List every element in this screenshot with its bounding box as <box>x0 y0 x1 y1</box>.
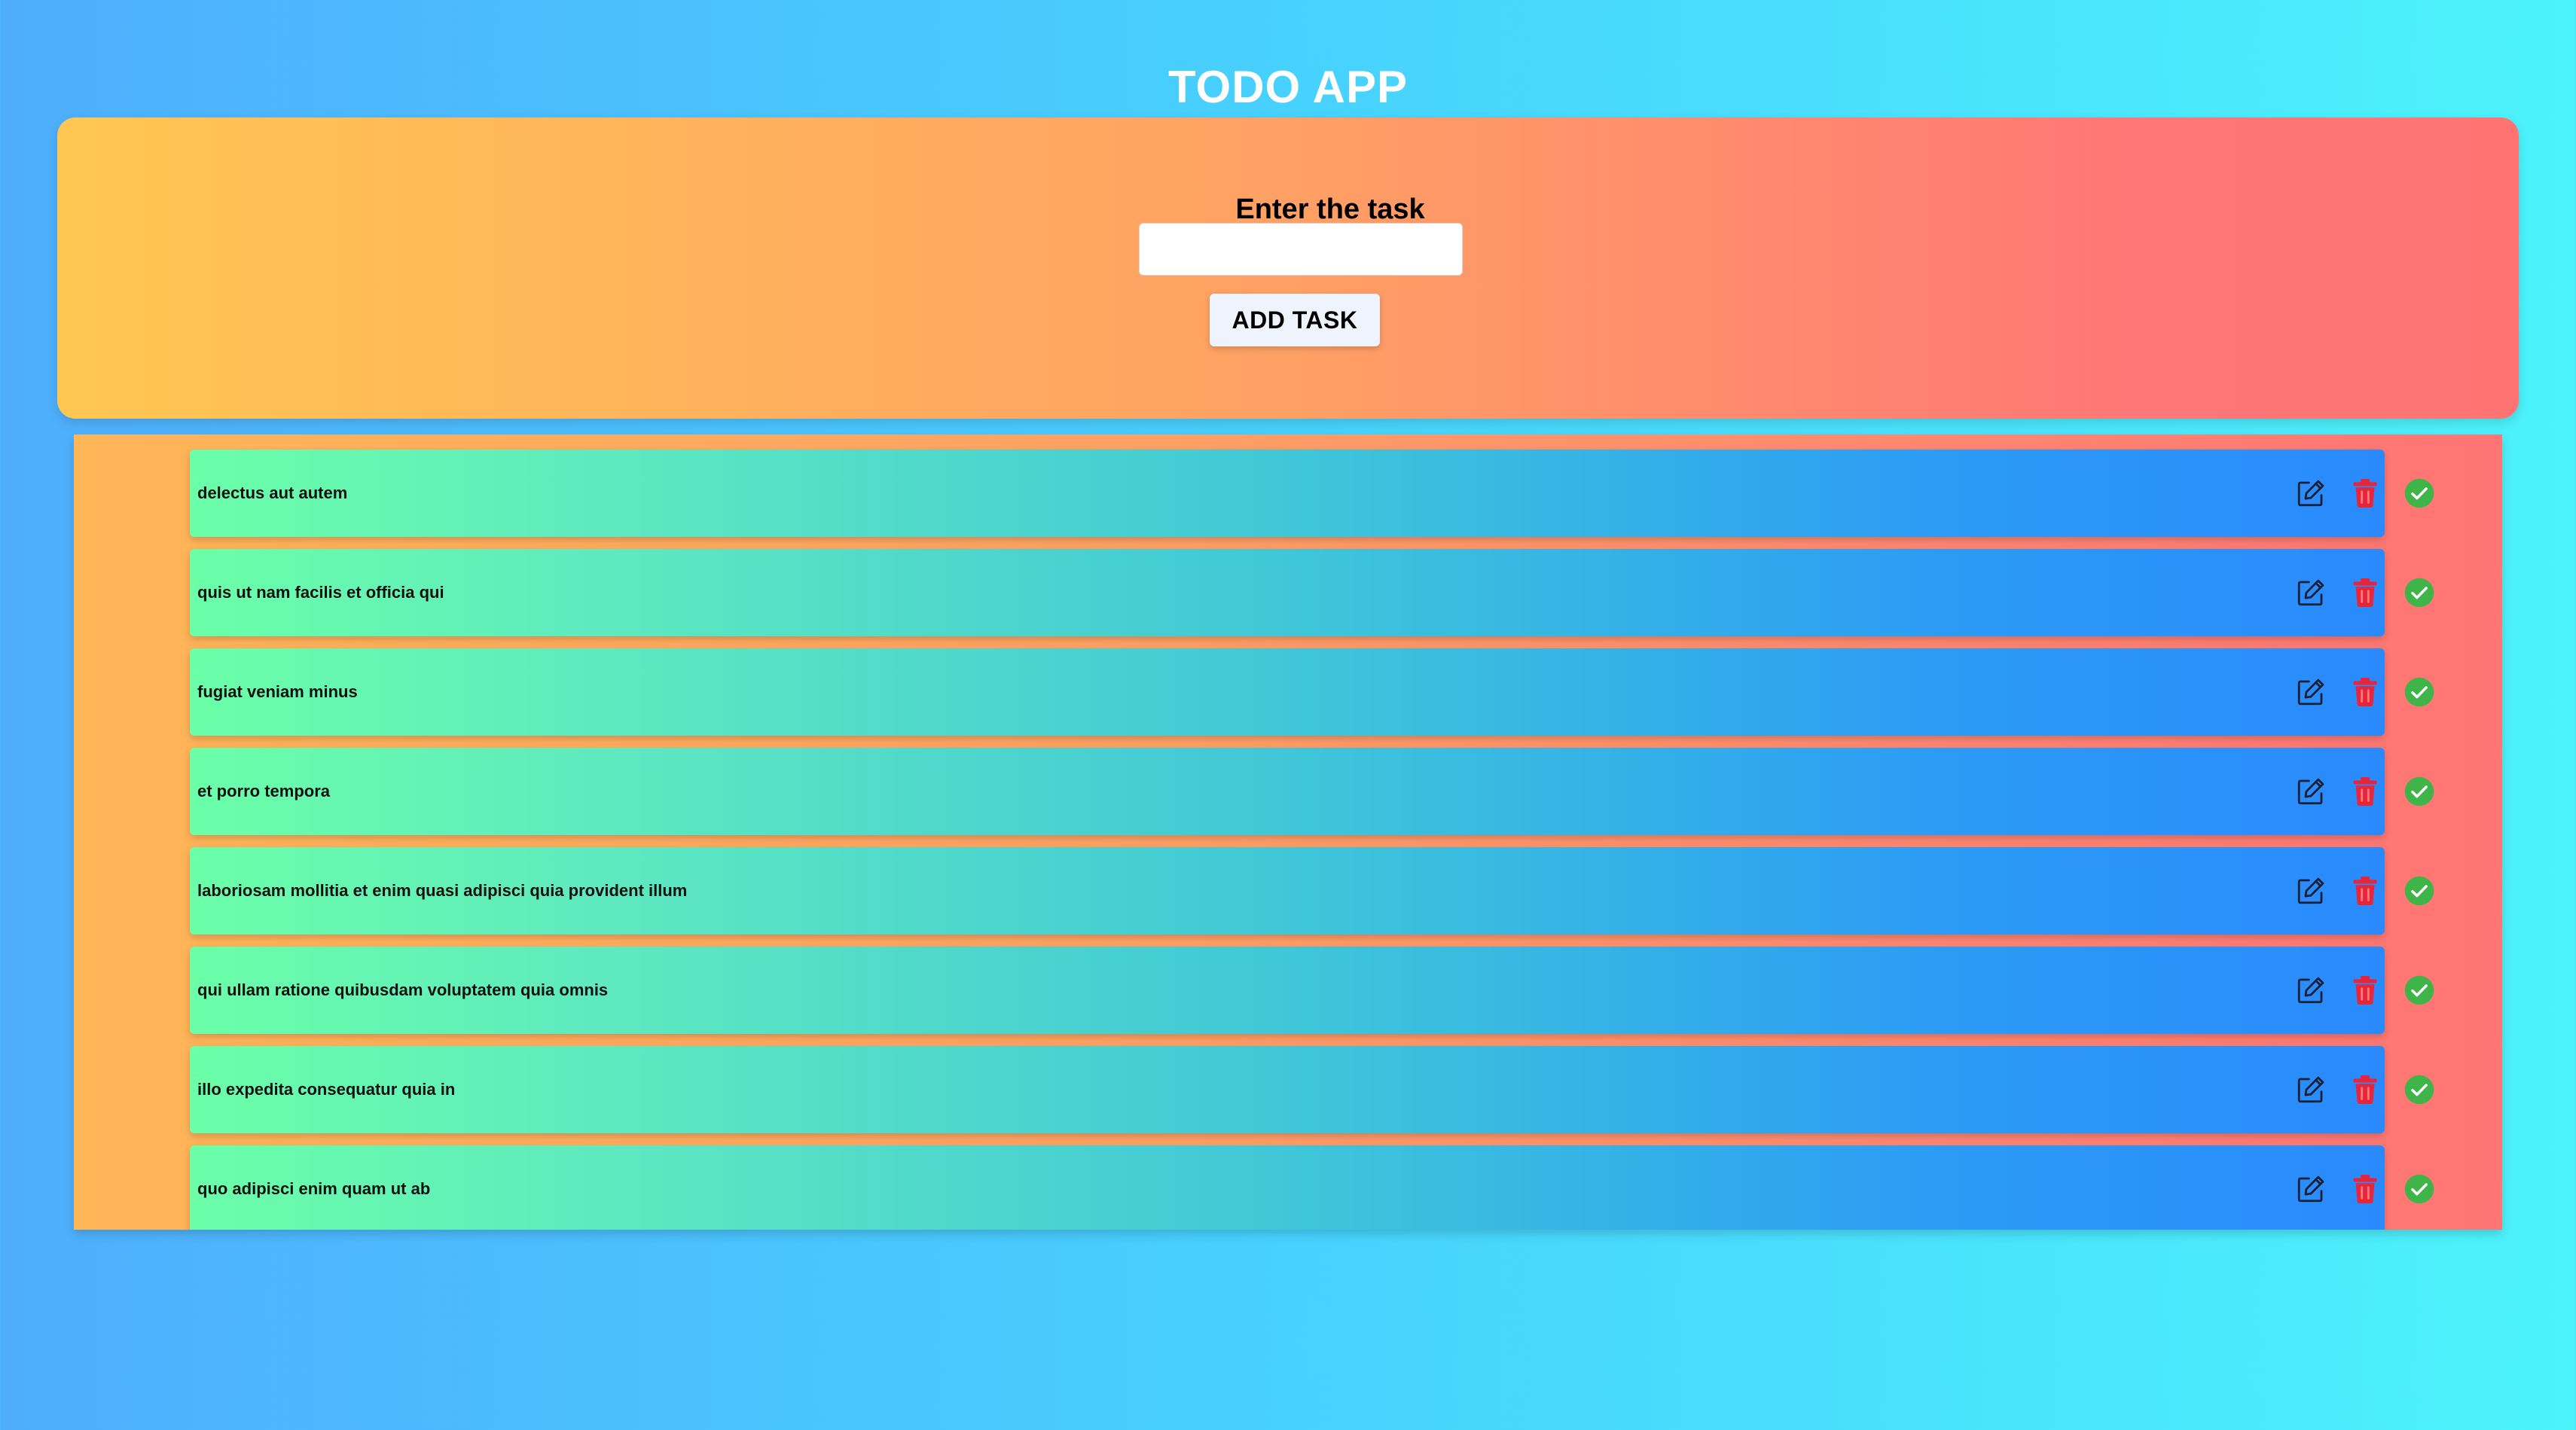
add-task-button[interactable]: ADD TASK <box>1210 294 1380 346</box>
task-item: fugiat veniam minus <box>190 648 2434 736</box>
task-text: qui ullam ratione quibusdam voluptatem q… <box>197 980 609 999</box>
edit-icon[interactable] <box>2294 1172 2327 1206</box>
task-item: quo adipisci enim quam ut ab <box>190 1145 2434 1230</box>
task-item: quis ut nam facilis et officia qui <box>190 549 2434 636</box>
trash-icon[interactable] <box>2349 576 2382 609</box>
trash-icon[interactable] <box>2349 675 2382 709</box>
task-text: fugiat veniam minus <box>197 682 358 701</box>
task-text: et porro tempora <box>197 782 331 800</box>
check-circle-icon[interactable] <box>2403 874 2436 907</box>
add-task-panel: Enter the task ADD TASK <box>57 117 2519 419</box>
edit-icon[interactable] <box>2294 974 2327 1007</box>
trash-icon[interactable] <box>2349 874 2382 907</box>
task-text: quis ut nam facilis et officia qui <box>197 583 444 602</box>
edit-icon[interactable] <box>2294 874 2327 907</box>
task-item: illo expedita consequatur quia in <box>190 1046 2434 1133</box>
edit-icon[interactable] <box>2294 775 2327 808</box>
trash-icon[interactable] <box>2349 775 2382 808</box>
task-item: qui ullam ratione quibusdam voluptatem q… <box>190 947 2434 1034</box>
page-title: TODO APP <box>1167 62 1409 113</box>
check-circle-icon[interactable] <box>2403 576 2436 609</box>
edit-icon[interactable] <box>2294 576 2327 609</box>
task-text: laboriosam mollitia et enim quasi adipis… <box>197 881 688 900</box>
task-text: illo expedita consequatur quia in <box>197 1080 456 1099</box>
edit-icon[interactable] <box>2294 477 2327 510</box>
check-circle-icon[interactable] <box>2403 477 2436 510</box>
check-circle-icon[interactable] <box>2403 974 2436 1007</box>
check-circle-icon[interactable] <box>2403 1172 2436 1206</box>
task-text: quo adipisci enim quam ut ab <box>197 1179 431 1198</box>
check-circle-icon[interactable] <box>2403 1073 2436 1106</box>
task-item: laboriosam mollitia et enim quasi adipis… <box>190 847 2434 935</box>
task-list: delectus aut autem quis ut nam facilis e… <box>74 434 2502 1230</box>
trash-icon[interactable] <box>2349 1073 2382 1106</box>
trash-icon[interactable] <box>2349 1172 2382 1206</box>
check-circle-icon[interactable] <box>2403 675 2436 709</box>
trash-icon[interactable] <box>2349 477 2382 510</box>
trash-icon[interactable] <box>2349 974 2382 1007</box>
task-item: delectus aut autem <box>190 450 2434 537</box>
check-circle-icon[interactable] <box>2403 775 2436 808</box>
task-input[interactable] <box>1139 223 1463 276</box>
edit-icon[interactable] <box>2294 1073 2327 1106</box>
edit-icon[interactable] <box>2294 675 2327 709</box>
task-item: et porro tempora <box>190 748 2434 835</box>
task-text: delectus aut autem <box>197 483 348 502</box>
